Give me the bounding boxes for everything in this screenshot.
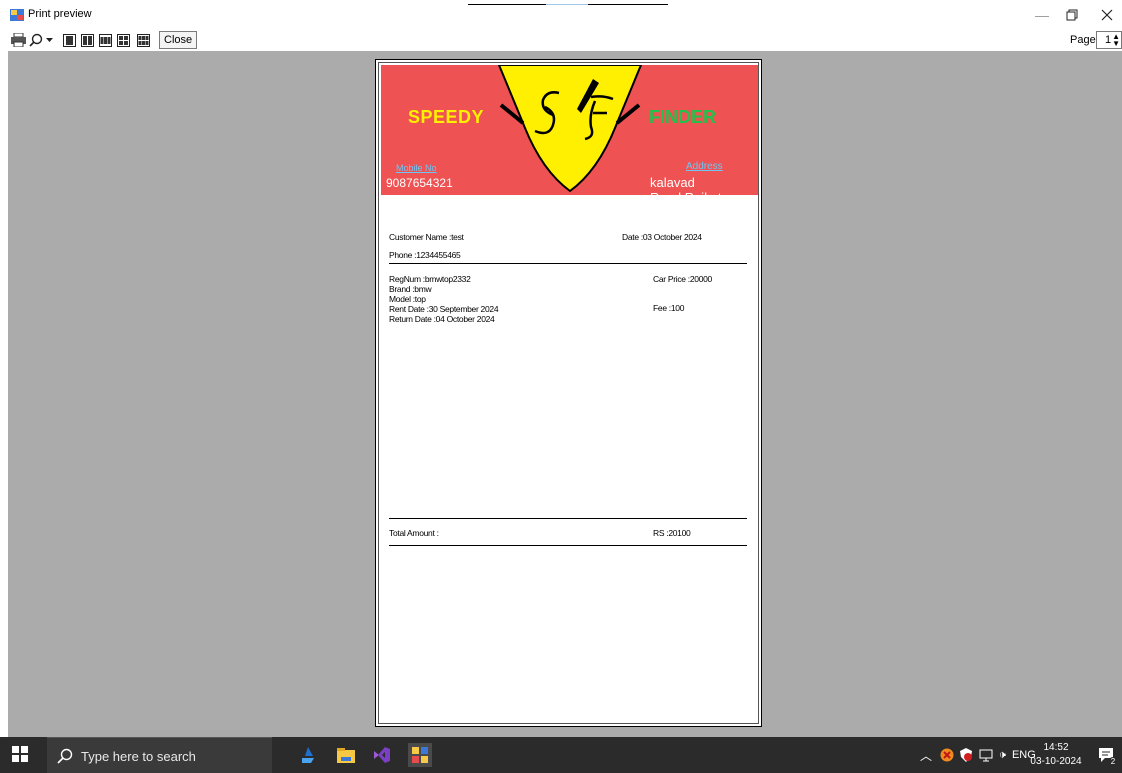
total-amount-label: Total Amount : [389,528,439,538]
taskbar-app-visual-studio[interactable] [370,743,394,767]
installer-icon [302,747,314,763]
spinner-arrows-icon[interactable]: ▲ ▼ [1112,33,1120,48]
taskbar-search-box[interactable]: Type here to search [47,737,272,773]
page-number-spinner[interactable]: 1 ▲ ▼ [1096,31,1122,49]
print-preview-app-icon [10,9,24,21]
system-tray: ︿ 🕩 ENG [920,737,1036,773]
restore-button[interactable] [1054,2,1090,28]
receipt-date: Date :03 October 2024 [622,232,702,242]
notification-center-button[interactable]: 2 [1094,743,1118,767]
receipt-banner: SPEEDY FINDER Mobile No 9087654321 Addre… [381,65,758,195]
receipt-page: SPEEDY FINDER Mobile No 9087654321 Addre… [378,62,759,724]
folder-icon [337,748,355,763]
rent-date: Rent Date :30 September 2024 [389,304,499,314]
taskbar-clock[interactable]: 14:52 03-10-2024 [1030,741,1082,769]
address-value: kalavad Road,Rajkot [650,175,722,195]
close-button[interactable]: Close [159,31,198,49]
title-bar-progress-line [468,4,668,5]
brand-name-left: SPEEDY [408,107,485,127]
print-icon[interactable] [10,32,26,48]
page-number-value: 1 [1105,34,1112,46]
two-pages-icon[interactable] [80,32,94,48]
customer-name: Customer Name :test [389,232,464,242]
total-amount-value: RS :20100 [653,528,691,538]
close-window-button[interactable] [1089,2,1122,28]
security-shield-icon[interactable] [959,748,973,762]
dropdown-arrow-icon[interactable] [44,32,54,48]
page-label: Page [1070,34,1096,46]
clock-date: 03-10-2024 [1030,756,1082,767]
divider [389,518,747,519]
search-placeholder: Type here to search [81,749,196,764]
restore-icon [1066,9,1078,21]
preview-area[interactable]: SPEEDY FINDER Mobile No 9087654321 Addre… [8,51,1122,737]
one-page-icon[interactable] [62,32,76,48]
window-title: Print preview [28,8,92,20]
fee: Fee :100 [653,303,685,313]
visual-studio-icon [374,747,390,763]
divider [389,545,747,546]
car-price: Car Price :20000 [653,274,712,284]
car-brand: Brand :bmw [389,284,432,294]
car-model: Model :top [389,294,426,304]
return-date: Return Date :04 October 2024 [389,314,495,324]
start-button[interactable] [12,746,28,765]
taskbar-app-installer[interactable] [296,743,320,767]
print-preview-app-icon [412,747,428,763]
close-icon [1101,9,1113,21]
brand-name-right: FINDER [649,107,716,127]
windows-taskbar: Type here to search ︿ 🕩 ENG 14:52 03-10-… [0,737,1122,773]
four-pages-icon[interactable] [116,32,130,48]
notification-count: 2 [1108,757,1118,767]
antivirus-icon[interactable] [940,748,954,762]
taskbar-app-print-preview[interactable] [408,743,432,767]
title-bar: Print preview — [0,0,1122,30]
clock-time: 14:52 [1043,742,1069,753]
reg-num: RegNum :bmwtop2332 [389,274,471,284]
network-icon[interactable] [979,749,993,762]
three-pages-icon[interactable] [98,32,112,48]
customer-phone: Phone :1234455465 [389,250,461,260]
chevron-up-icon[interactable]: ︿ [920,747,932,764]
mobile-label: Mobile No [396,163,437,173]
taskbar-app-file-explorer[interactable] [334,743,358,767]
windows-logo-icon [12,746,28,762]
mobile-value: 9087654321 [386,176,453,190]
divider [389,263,747,264]
page-frame: SPEEDY FINDER Mobile No 9087654321 Addre… [375,59,762,727]
address-label: Address [686,161,723,172]
volume-icon[interactable]: 🕩 [999,749,1006,762]
six-pages-icon[interactable] [136,32,150,48]
print-preview-toolbar: Close Page 1 ▲ ▼ [0,30,1122,50]
zoom-icon[interactable] [28,32,44,48]
search-icon [57,748,73,764]
